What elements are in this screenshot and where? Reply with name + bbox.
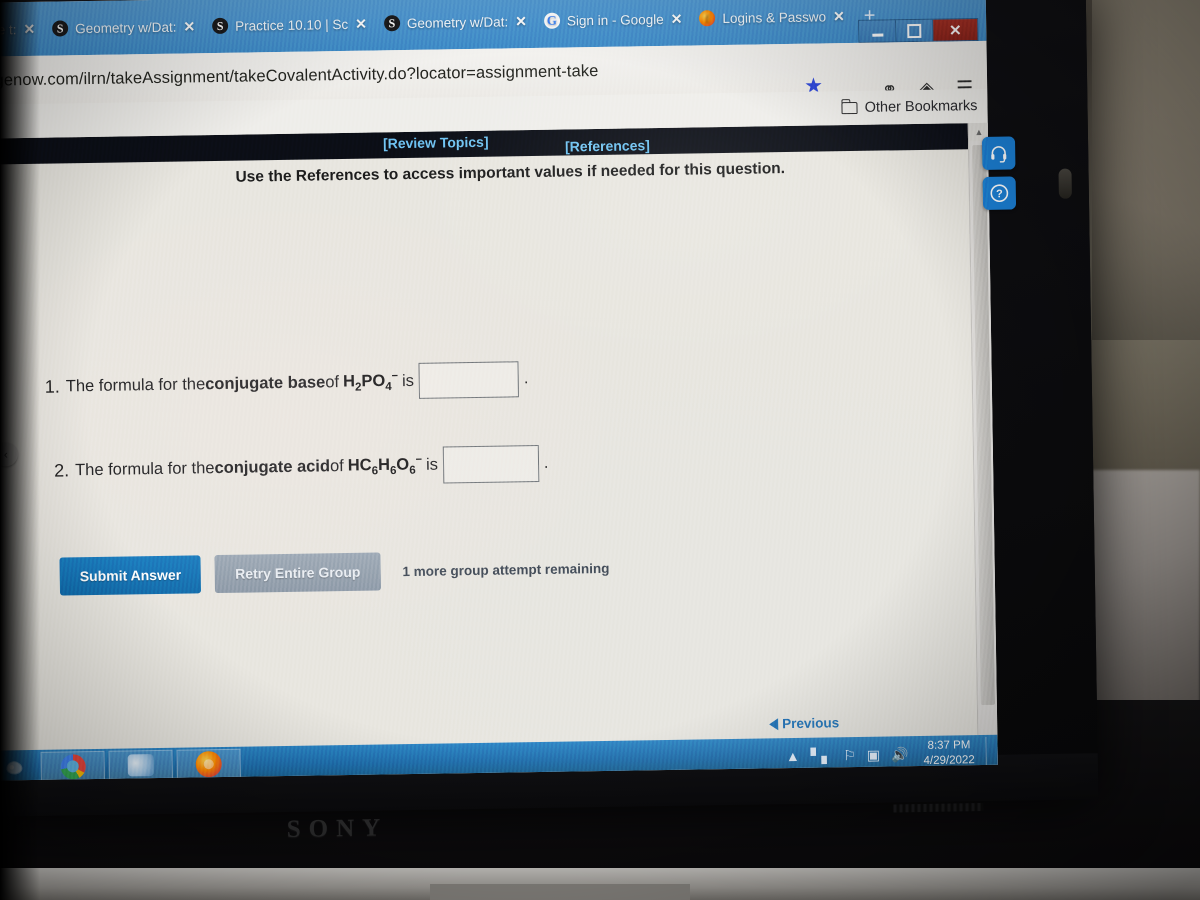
question-mid: of [329, 457, 344, 476]
browser-tab-4[interactable]: G Sign in - Google ✕ [536, 2, 692, 38]
firefox-icon [195, 750, 222, 778]
svg-text:?: ? [996, 188, 1003, 200]
browser-tab-2[interactable]: S Practice 10.10 | Sc ✕ [204, 6, 376, 43]
schoology-icon: S [212, 17, 229, 35]
question-1-row: 1. The formula for the conjugate base of… [44, 361, 529, 405]
taskbar-app[interactable] [108, 749, 173, 781]
submit-answer-button[interactable]: Submit Answer [59, 555, 202, 596]
clock-time: 8:37 PM [927, 739, 971, 753]
answer-input-1[interactable] [418, 361, 520, 399]
taskbar-firefox[interactable] [176, 748, 241, 780]
laptop-hinge-detail [1058, 168, 1072, 199]
chrome-icon [60, 753, 86, 780]
close-icon[interactable]: ✕ [355, 15, 367, 32]
close-icon[interactable]: ✕ [23, 20, 35, 37]
close-window-button[interactable]: ✕ [933, 19, 978, 41]
close-icon[interactable]: ✕ [515, 13, 527, 30]
browser-tab-1[interactable]: S Geometry w/Dat: ✕ [44, 9, 205, 46]
question-mid: of [325, 372, 340, 391]
browser-tab-5[interactable]: f Logins & Passwo ✕ [691, 0, 854, 36]
tab-label: Geometry w/Dat: [75, 19, 177, 36]
taskbar-chrome[interactable] [40, 750, 105, 781]
folder-icon [841, 101, 858, 115]
question-trailing: . [523, 370, 529, 388]
firefox-browser-window: S line t: ✕ S Geometry w/Dat: ✕ S Practi… [0, 0, 998, 781]
chemical-formula-1: H2PO4− [342, 369, 399, 394]
background-wall-highlight [1092, 0, 1200, 340]
browser-tab-3[interactable]: S Geometry w/Dat: ✕ [376, 4, 537, 41]
taskbar-clock[interactable]: 8:37 PM 4/29/2022 [919, 739, 975, 768]
url-text: gagenow.com/ilrn/takeAssignment/takeCova… [0, 61, 599, 90]
tab-label: Sign in - Google [566, 11, 664, 28]
support-headset-button[interactable] [981, 136, 1016, 170]
google-icon: G [543, 12, 561, 29]
app-icon [127, 754, 154, 777]
references-note: Use the References to access important v… [235, 160, 786, 186]
start-button[interactable] [0, 752, 37, 781]
review-topics-link[interactable]: [Review Topics] [383, 134, 489, 152]
action-buttons: Submit Answer Retry Entire Group 1 more … [59, 549, 609, 596]
sony-brand-logo: SONY [286, 814, 389, 843]
close-icon[interactable]: ✕ [833, 8, 845, 25]
other-bookmarks-label[interactable]: Other Bookmarks [865, 98, 978, 116]
close-icon[interactable]: ✕ [671, 10, 683, 27]
action-center-icon[interactable]: ▣ [867, 746, 880, 762]
question-emphasis: conjugate acid [214, 457, 331, 478]
question-2-row: 2. The formula for the conjugate acid of… [53, 444, 549, 490]
tab-label: Geometry w/Dat: [406, 13, 509, 31]
question-suffix: is [401, 371, 415, 390]
tab-label: Logins & Passwo [722, 8, 827, 26]
references-link[interactable]: [References] [565, 137, 650, 154]
minimize-button[interactable] [859, 20, 897, 42]
attempts-remaining-label: 1 more group attempt remaining [402, 560, 610, 579]
answer-input-2[interactable] [442, 444, 540, 484]
question-emphasis: conjugate base [205, 372, 326, 393]
show-hidden-icon[interactable]: ▲ [786, 747, 800, 763]
firefox-icon: f [699, 10, 716, 27]
question-prefix: The formula for the [65, 374, 206, 395]
volume-icon[interactable]: 🔊 [891, 746, 909, 762]
assignment-page: [Review Topics] [References] Use the Ref… [0, 122, 998, 781]
network-icon[interactable]: ▘▖ [811, 747, 833, 763]
question-number: 1. [44, 375, 60, 397]
close-icon[interactable]: ✕ [183, 18, 195, 35]
question-number: 2. [53, 460, 70, 481]
show-desktop-button[interactable] [985, 736, 994, 768]
laptop-vent [893, 803, 984, 813]
maximize-button[interactable] [896, 19, 934, 42]
browser-tab-0[interactable]: S line t: ✕ [0, 12, 44, 47]
previous-link[interactable]: Previous [782, 715, 839, 731]
support-headset-icon [991, 146, 1007, 163]
tab-label: Practice 10.10 | Sc [235, 16, 349, 34]
photo-of-laptop-screen: SONY S line t: ✕ S Geometry w/Dat: [0, 0, 1200, 900]
question-prefix: The formula for the [74, 459, 215, 480]
help-question-icon: ? [990, 184, 1009, 203]
laptop-base-notch [430, 884, 690, 900]
floating-help-buttons: ? [981, 136, 1017, 217]
clock-date: 4/29/2022 [923, 753, 975, 767]
laptop: SONY S line t: ✕ S Geometry w/Dat: [0, 0, 1099, 843]
laptop-screen: S line t: ✕ S Geometry w/Dat: ✕ S Practi… [0, 0, 998, 781]
question-suffix: is [425, 455, 439, 474]
retry-entire-group-button[interactable]: Retry Entire Group [214, 552, 381, 594]
flag-icon[interactable]: ⚐ [843, 747, 856, 763]
schoology-icon: S [383, 15, 401, 32]
schoology-icon: S [52, 20, 69, 37]
help-question-button[interactable]: ? [982, 176, 1017, 210]
window-controls: ✕ [858, 18, 979, 43]
tab-label: line t: [0, 21, 17, 38]
chemical-formula-2: HC6H6O6− [347, 453, 423, 478]
question-trailing: . [543, 454, 549, 472]
